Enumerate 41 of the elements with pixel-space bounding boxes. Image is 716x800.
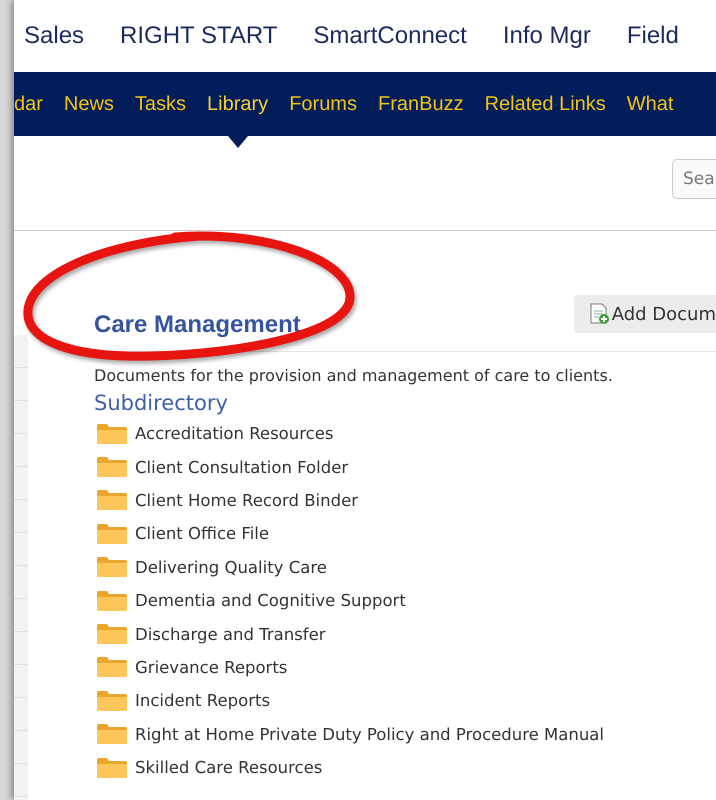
- folder-icon: [96, 489, 128, 512]
- folder-icon: [96, 623, 128, 646]
- section-description: Documents for the provision and management of care to clients.: [94, 366, 614, 385]
- folder-link[interactable]: Grievance Reports: [96, 650, 716, 684]
- add-document-button[interactable]: Add Docum: [574, 295, 716, 333]
- folder-icon: [96, 756, 128, 779]
- folder-icon: [96, 556, 128, 578]
- folder-link[interactable]: Skilled Care Resources: [96, 750, 716, 784]
- folder-link[interactable]: Delivering Quality Care: [96, 550, 716, 584]
- folder-icon: [96, 723, 128, 746]
- top-nav-link[interactable]: SmartConnect: [313, 22, 467, 50]
- folder-link[interactable]: Client Home Record Binder: [96, 484, 716, 518]
- nav-tab[interactable]: Forums: [289, 92, 357, 116]
- folder-link[interactable]: Client Office File: [96, 517, 716, 551]
- folder-icon: [96, 522, 128, 545]
- search-field[interactable]: Sea: [672, 159, 716, 199]
- folder-link[interactable]: Incident Reports: [96, 684, 716, 718]
- folder-icon: [96, 590, 128, 612]
- nav-tab[interactable]: News: [64, 92, 114, 116]
- folder-link[interactable]: Client Consultation Folder: [96, 450, 716, 484]
- nav-tab[interactable]: Related Links: [484, 92, 606, 116]
- folder-link[interactable]: Right at Home Private Duty Policy and Procedure Manual: [96, 718, 716, 751]
- nav-tab[interactable]: Tasks: [134, 92, 186, 116]
- subdirectory-heading: Subdirectory: [94, 391, 229, 415]
- folder-icon: [96, 690, 128, 712]
- nav-tab[interactable]: Library: [207, 92, 268, 116]
- add-document-icon: [588, 303, 610, 325]
- folder-link[interactable]: Discharge and Transfer: [96, 617, 716, 651]
- folder-link[interactable]: Accreditation Resources: [96, 417, 716, 450]
- folder-icon: [96, 422, 128, 445]
- top-nav-link[interactable]: Info Mgr: [502, 22, 591, 50]
- folder-icon: [96, 456, 128, 478]
- folder-icon: [96, 656, 128, 678]
- nav-tab[interactable]: What: [626, 92, 674, 116]
- top-nav-link[interactable]: RIGHT START: [120, 22, 278, 50]
- top-nav-link[interactable]: Sales: [24, 22, 84, 50]
- folder-link[interactable]: Dementia and Cognitive Support: [96, 584, 716, 618]
- section-title: Care Management: [94, 311, 301, 339]
- nav-tab[interactable]: FranBuzz: [378, 92, 464, 116]
- nav-tab[interactable]: dar: [14, 92, 43, 116]
- top-nav-link[interactable]: Field: [626, 22, 679, 50]
